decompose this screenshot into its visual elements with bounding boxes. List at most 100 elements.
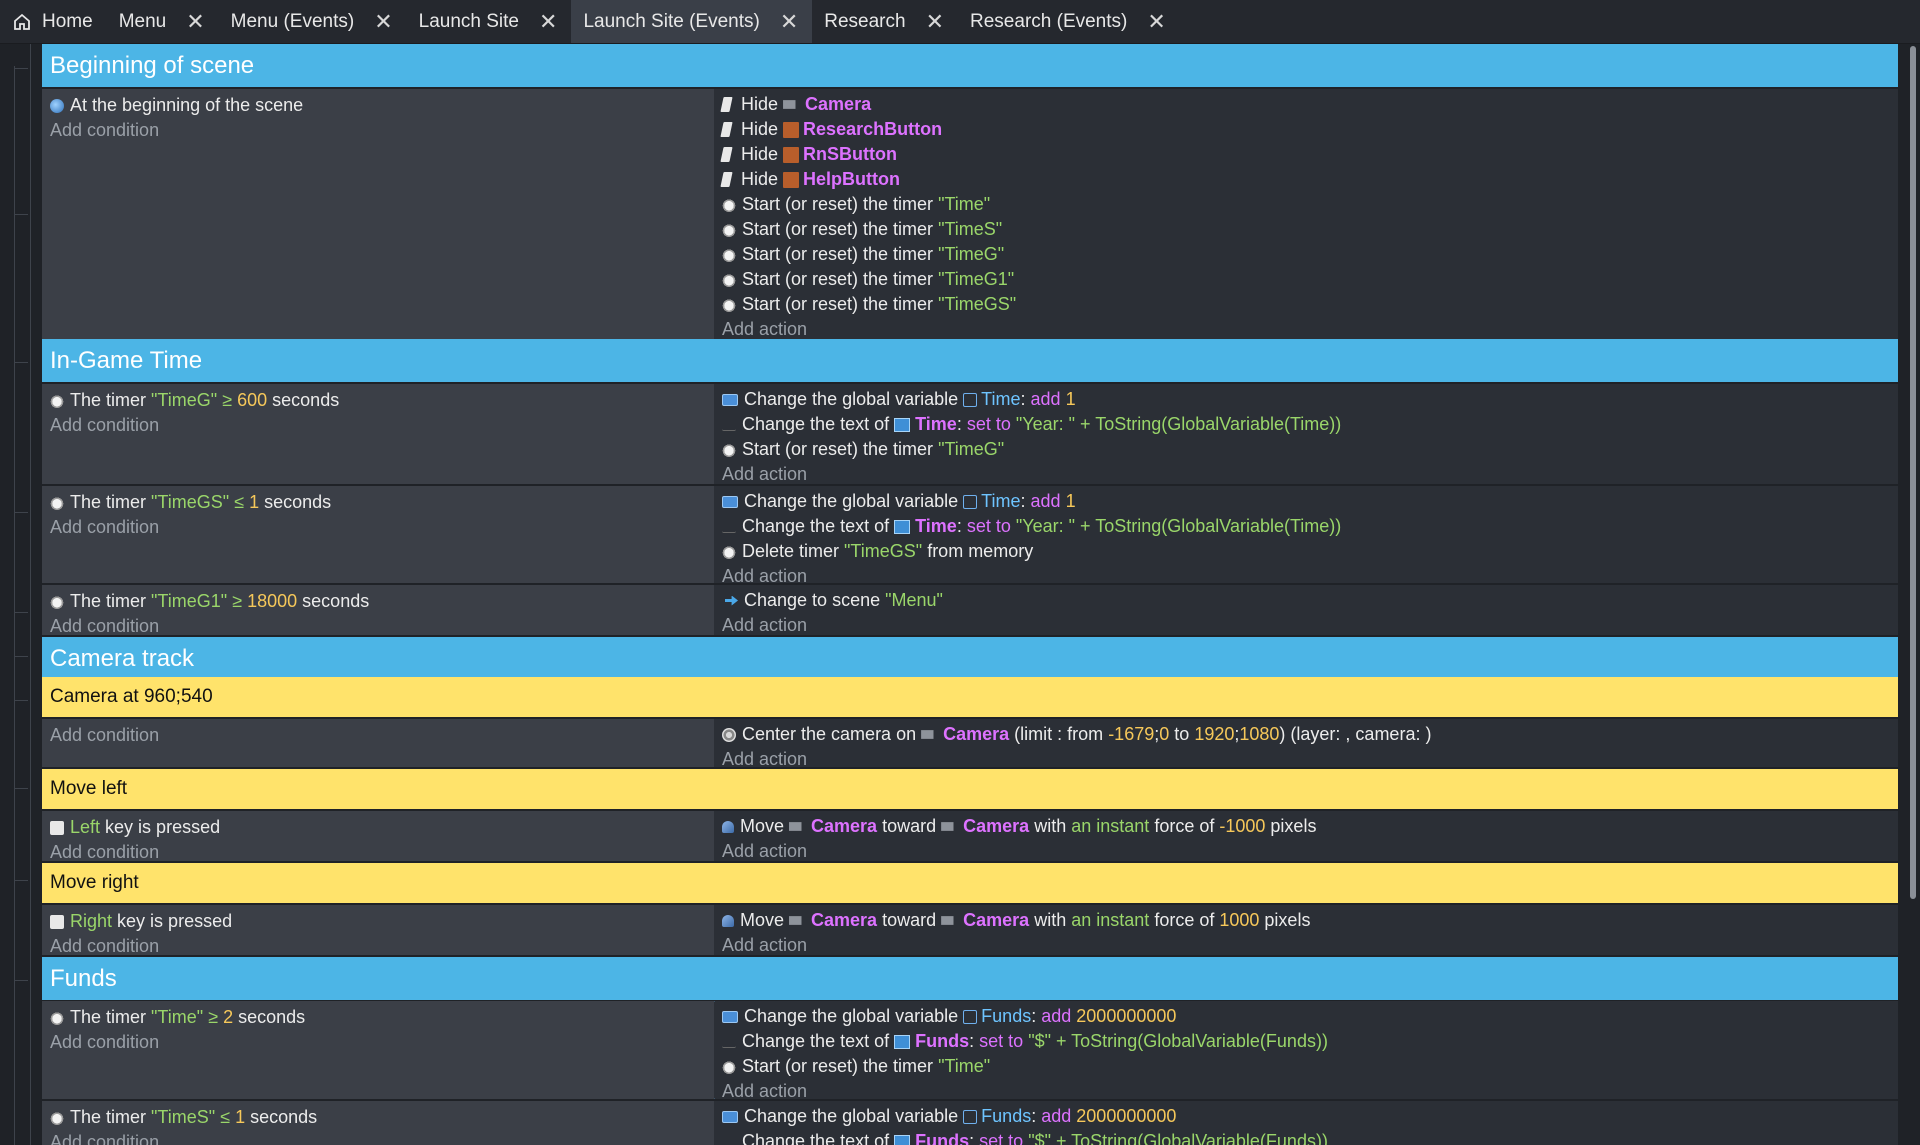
conditions-column[interactable]: The timer "TimeG" ≥ 600 seconds Add cond… [42, 384, 714, 484]
add-condition-button[interactable]: Add condition [50, 1130, 706, 1145]
action[interactable]: Delete timer "TimeGS" from memory [722, 539, 1892, 564]
vertical-scrollbar[interactable] [1906, 44, 1920, 1145]
comment-move-right[interactable]: Move right [42, 863, 1898, 903]
conditions-column[interactable]: The timer "TimeG1" ≥ 18000 seconds Add c… [42, 585, 714, 638]
add-action-button[interactable]: Add action [722, 747, 1892, 771]
add-action-button[interactable]: Add action [722, 839, 1892, 863]
action[interactable]: Hide HelpButton [720, 167, 1892, 192]
event-move-right[interactable]: Right key is pressed Add condition Move … [42, 905, 1898, 958]
conditions-column[interactable]: Right key is pressed Add condition [42, 905, 714, 958]
event-timeg[interactable]: The timer "TimeG" ≥ 600 seconds Add cond… [42, 384, 1898, 484]
action[interactable]: Hide ResearchButton [720, 117, 1892, 142]
event-timegs[interactable]: The timer "TimeGS" ≤ 1 seconds Add condi… [42, 486, 1898, 586]
event-funds-times[interactable]: The timer "TimeS" ≤ 1 seconds Add condit… [42, 1101, 1898, 1145]
action[interactable]: Start (or reset) the timer "TimeS" [722, 217, 1892, 242]
actions-column[interactable]: Hide Camera Hide ResearchButton Hide RnS… [716, 89, 1898, 339]
condition[interactable]: Left key is pressed [50, 815, 706, 840]
event-beginning[interactable]: At the beginning of the scene Add condit… [42, 89, 1898, 339]
close-icon[interactable]: ✕ [926, 10, 944, 33]
add-condition-button[interactable]: Add condition [50, 614, 706, 638]
conditions-column[interactable]: Left key is pressed Add condition [42, 811, 714, 864]
action[interactable]: Change the global variable Time: add 1 [722, 387, 1892, 412]
condition[interactable]: The timer "TimeG" ≥ 600 seconds [50, 388, 706, 413]
condition[interactable]: At the beginning of the scene [50, 93, 706, 118]
actions-column[interactable]: Change the global variable Funds: add 20… [716, 1001, 1898, 1101]
action[interactable]: Start (or reset) the timer "TimeG1" [722, 267, 1892, 292]
event-funds-time[interactable]: The timer "Time" ≥ 2 seconds Add conditi… [42, 1001, 1898, 1101]
tab-menu-events[interactable]: Menu (Events) ✕ [219, 0, 407, 43]
condition[interactable]: Right key is pressed [50, 909, 706, 934]
action[interactable]: Change the global variable Funds: add 20… [722, 1004, 1892, 1029]
group-funds[interactable]: Funds [42, 957, 1898, 1000]
add-condition-button[interactable]: Add condition [50, 1030, 706, 1054]
conditions-column[interactable]: At the beginning of the scene Add condit… [42, 89, 714, 339]
condition[interactable]: The timer "Time" ≥ 2 seconds [50, 1005, 706, 1030]
add-condition-button[interactable]: Add condition [50, 840, 706, 864]
tab-research-events[interactable]: Research (Events) ✕ [958, 0, 1180, 43]
add-condition-button[interactable]: Add condition [50, 515, 706, 539]
comment-camera-center[interactable]: Camera at 960;540 [42, 677, 1898, 717]
tab-home[interactable]: Home [0, 0, 107, 43]
action[interactable]: Change the text of Time: set to "Year: "… [722, 412, 1892, 437]
add-condition-button[interactable]: Add condition [50, 118, 706, 142]
action[interactable]: Change the text of Funds: set to "$" + T… [722, 1129, 1892, 1145]
add-action-button[interactable]: Add action [722, 613, 1892, 637]
action[interactable]: Start (or reset) the timer "TimeGS" [722, 292, 1892, 317]
close-icon[interactable]: ✕ [186, 10, 204, 33]
action[interactable]: Start (or reset) the timer "Time" [722, 1054, 1892, 1079]
comment-move-left[interactable]: Move left [42, 769, 1898, 809]
event-center-camera[interactable]: Add condition Center the camera on Camer… [42, 719, 1898, 769]
condition[interactable]: The timer "TimeGS" ≤ 1 seconds [50, 490, 706, 515]
action[interactable]: Start (or reset) the timer "Time" [722, 192, 1892, 217]
action[interactable]: Change the global variable Time: add 1 [722, 489, 1892, 514]
conditions-column[interactable]: The timer "TimeGS" ≤ 1 seconds Add condi… [42, 486, 714, 583]
actions-column[interactable]: Change the global variable Time: add 1 C… [716, 384, 1898, 484]
conditions-column[interactable]: The timer "Time" ≥ 2 seconds Add conditi… [42, 1001, 714, 1099]
actions-column[interactable]: Change the global variable Time: add 1 C… [716, 486, 1898, 586]
action[interactable]: Center the camera on Camera (limit : fro… [722, 722, 1892, 747]
scrollbar-thumb[interactable] [1910, 46, 1916, 899]
close-icon[interactable]: ✕ [374, 10, 392, 33]
close-icon[interactable]: ✕ [780, 10, 798, 33]
action[interactable]: Change the text of Funds: set to "$" + T… [722, 1029, 1892, 1054]
condition[interactable]: The timer "TimeG1" ≥ 18000 seconds [50, 589, 706, 614]
add-action-button[interactable]: Add action [722, 933, 1892, 957]
actions-column[interactable]: Move Camera toward Camera with an instan… [716, 811, 1898, 861]
actions-column[interactable]: Move Camera toward Camera with an instan… [716, 905, 1898, 955]
action[interactable]: Change to scene "Menu" [722, 588, 1892, 613]
add-action-button[interactable]: Add action [722, 1079, 1892, 1103]
tab-launch-site[interactable]: Launch Site ✕ [407, 0, 572, 43]
add-condition-button[interactable]: Add condition [50, 934, 706, 958]
tab-menu[interactable]: Menu ✕ [107, 0, 219, 43]
add-action-button[interactable]: Add action [722, 462, 1892, 486]
conditions-column[interactable]: The timer "TimeS" ≤ 1 seconds Add condit… [42, 1101, 714, 1145]
action[interactable]: Start (or reset) the timer "TimeG" [722, 437, 1892, 462]
conditions-column[interactable]: Add condition [42, 719, 714, 767]
timer-name: "TimeGS" [844, 541, 923, 561]
tab-research[interactable]: Research ✕ [812, 0, 958, 43]
add-action-button[interactable]: Add action [722, 317, 1892, 341]
group-camera-track[interactable]: Camera track [42, 637, 1898, 680]
action[interactable]: Hide Camera [720, 92, 1892, 117]
close-icon[interactable]: ✕ [539, 10, 557, 33]
global-variable-icon [722, 1110, 738, 1123]
tab-launch-site-events[interactable]: Launch Site (Events) ✕ [571, 0, 813, 43]
event-move-left[interactable]: Left key is pressed Add condition Move C… [42, 811, 1898, 864]
group-in-game-time[interactable]: In-Game Time [42, 339, 1898, 382]
action[interactable]: Start (or reset) the timer "TimeG" [722, 242, 1892, 267]
actions-column[interactable]: Center the camera on Camera (limit : fro… [716, 719, 1898, 769]
add-condition-button[interactable]: Add condition [50, 723, 706, 747]
action[interactable]: Hide RnSButton [720, 142, 1892, 167]
actions-column[interactable]: Change the global variable Funds: add 20… [716, 1101, 1898, 1145]
add-condition-button[interactable]: Add condition [50, 413, 706, 437]
group-beginning-of-scene[interactable]: Beginning of scene [42, 44, 1898, 87]
action[interactable]: Change the global variable Funds: add 20… [722, 1104, 1892, 1129]
action[interactable]: Move Camera toward Camera with an instan… [722, 814, 1892, 839]
actions-column[interactable]: Change to scene "Menu" Add action [716, 585, 1898, 635]
action[interactable]: Move Camera toward Camera with an instan… [722, 908, 1892, 933]
close-icon[interactable]: ✕ [1147, 10, 1165, 33]
event-timeg1[interactable]: The timer "TimeG1" ≥ 18000 seconds Add c… [42, 585, 1898, 638]
condition[interactable]: The timer "TimeS" ≤ 1 seconds [50, 1105, 706, 1130]
text-icon [722, 419, 736, 431]
action[interactable]: Change the text of Time: set to "Year: "… [722, 514, 1892, 539]
